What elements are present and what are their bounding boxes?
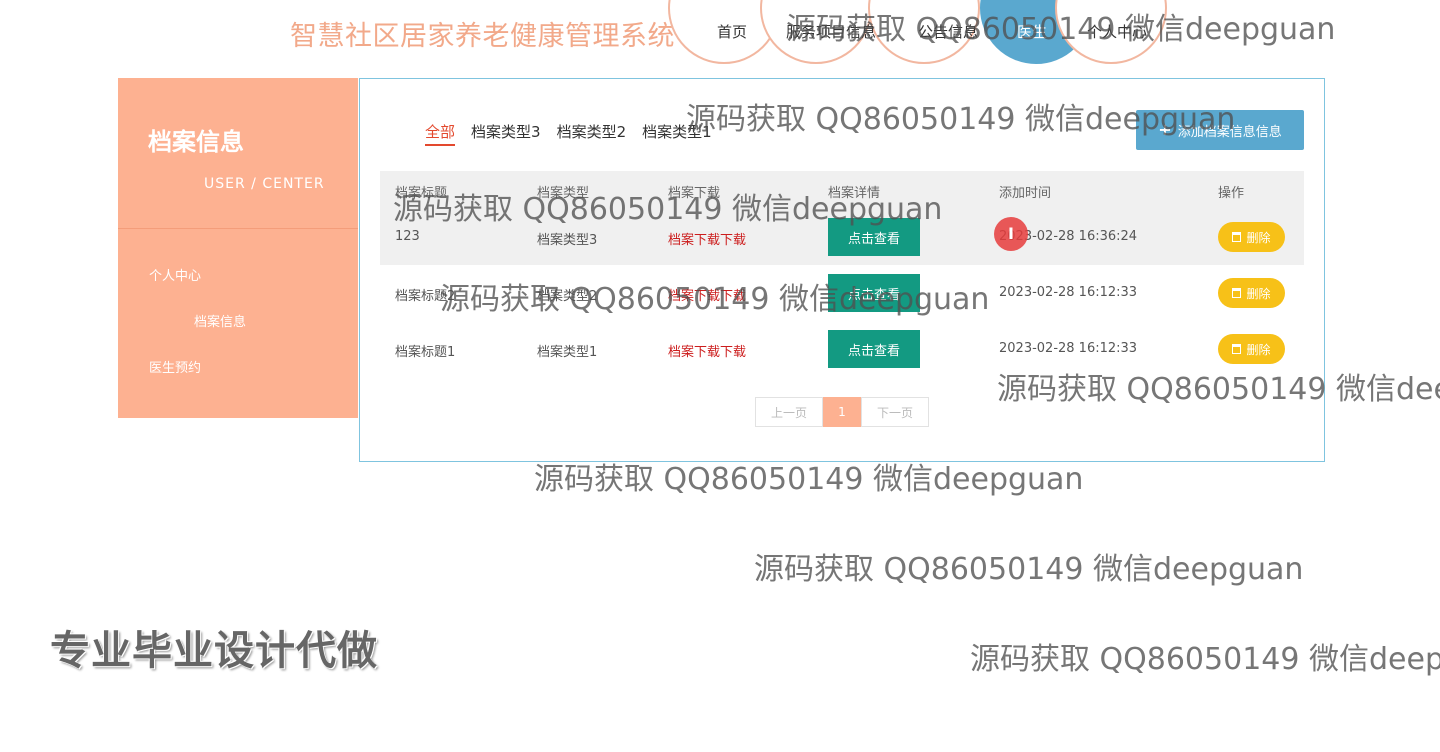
cell-time: 2023-02-28 16:12:33 (999, 341, 1138, 356)
page: 智慧社区居家养老健康管理系统 首页 服务项目信息 公告信息 医生 个人中心 档案… (0, 0, 1440, 752)
delete-label: 删除 (1246, 342, 1271, 357)
cell-time: 2023-02-28 16:12:33 (999, 285, 1138, 300)
view-detail-button[interactable]: 点击查看 (828, 218, 920, 256)
sidebar-item-archive-info[interactable]: 档案信息 (194, 311, 246, 330)
sidebar-divider (118, 228, 358, 229)
page-number-button[interactable]: 1 (823, 397, 861, 427)
cell-type: 档案类型2 (537, 289, 598, 304)
trash-icon (1232, 288, 1242, 298)
add-archive-button[interactable]: + 添加档案信息信息 (1136, 110, 1304, 150)
tab-type-2[interactable]: 档案类型2 (557, 121, 627, 146)
pagination: 上一页 1 下一页 (755, 397, 929, 427)
sidebar-title: 档案信息 (148, 128, 244, 156)
promo-banner-text: 专业毕业设计代做 (50, 628, 378, 674)
sidebar-item-doctor-appointment[interactable]: 医生预约 (149, 357, 201, 376)
category-tabs: 全部 档案类型3 档案类型2 档案类型1 (425, 121, 712, 146)
next-page-button[interactable]: 下一页 (861, 397, 929, 427)
nav-announcements[interactable]: 公告信息 (918, 21, 978, 42)
delete-button[interactable]: 删除 (1218, 334, 1285, 364)
trash-icon (1232, 232, 1242, 242)
watermark: 源码获取 QQ86050149 微信deepguan (970, 642, 1440, 677)
download-link[interactable]: 档案下载下载 (668, 341, 746, 360)
site-title: 智慧社区居家养老健康管理系统 (290, 21, 675, 52)
header-detail: 档案详情 (828, 186, 881, 201)
table-header: 档案标题 档案类型 档案下载 档案详情 添加时间 操作 (380, 171, 1304, 209)
sidebar: 档案信息 USER / CENTER 个人中心 档案信息 医生预约 (118, 78, 358, 418)
table-row: 档案标题1 档案类型1 档案下载下载 点击查看 2023-02-28 16:12… (380, 321, 1304, 377)
tab-all[interactable]: 全部 (425, 121, 456, 146)
delete-button[interactable]: 删除 (1218, 222, 1285, 252)
header-action: 操作 (1218, 186, 1245, 201)
cell-title: 123 (395, 229, 420, 244)
archive-table: 档案标题 档案类型 档案下载 档案详情 添加时间 操作 123 档案类型3 档案… (380, 171, 1304, 377)
trash-icon (1232, 344, 1242, 354)
delete-label: 删除 (1246, 230, 1271, 245)
cell-title: 档案标题1 (395, 345, 456, 360)
archive-panel: 全部 档案类型3 档案类型2 档案类型1 + 添加档案信息信息 档案标题 档案类… (359, 78, 1325, 462)
nav-service-items[interactable]: 服务项目信息 (786, 21, 876, 42)
download-link[interactable]: 档案下载下载 (668, 285, 746, 304)
watermark: 源码获取 QQ86050149 微信deepguan (754, 552, 1304, 587)
text-cursor-icon: I (994, 217, 1028, 251)
table-row: 123 档案类型3 档案下载下载 点击查看 2023-02-28 16:36:2… (380, 209, 1304, 265)
delete-button[interactable]: 删除 (1218, 278, 1285, 308)
header-download: 档案下载 (668, 186, 721, 201)
delete-label: 删除 (1246, 286, 1271, 301)
header-time: 添加时间 (999, 186, 1052, 201)
sidebar-item-personal-center[interactable]: 个人中心 (149, 265, 201, 284)
view-detail-button[interactable]: 点击查看 (828, 330, 920, 368)
nav-doctor[interactable]: 医生 (1017, 21, 1047, 42)
header-type: 档案类型 (537, 186, 590, 201)
cell-type: 档案类型3 (537, 233, 598, 248)
tab-type-1[interactable]: 档案类型1 (642, 121, 712, 146)
header-title: 档案标题 (395, 186, 448, 201)
prev-page-button[interactable]: 上一页 (755, 397, 823, 427)
sidebar-subtitle: USER / CENTER (204, 176, 325, 192)
add-archive-label: 添加档案信息信息 (1177, 124, 1282, 140)
nav-home[interactable]: 首页 (717, 21, 747, 42)
cell-type: 档案类型1 (537, 345, 598, 360)
cell-title: 档案标题2 (395, 289, 456, 304)
nav-personal-center[interactable]: 个人中心 (1087, 21, 1147, 42)
download-link[interactable]: 档案下载下载 (668, 229, 746, 248)
table-row: 档案标题2 档案类型2 档案下载下载 点击查看 2023-02-28 16:12… (380, 265, 1304, 321)
view-detail-button[interactable]: 点击查看 (828, 274, 920, 312)
tab-type-3[interactable]: 档案类型3 (471, 121, 541, 146)
plus-icon: + (1158, 120, 1172, 139)
